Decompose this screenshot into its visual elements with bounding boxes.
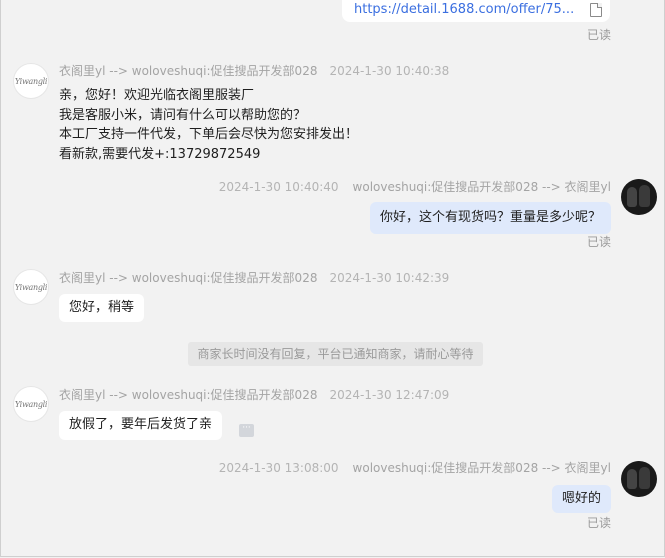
seller-avatar[interactable]: Yiwangli xyxy=(13,63,49,99)
document-icon[interactable] xyxy=(590,3,602,17)
message-time: 2024-1-30 13:08:00 xyxy=(218,461,339,475)
sender-name: 衣阁里yl --> woloveshuqi:促佳搜品开发部028 xyxy=(59,388,318,402)
message-time: 2024-1-30 10:40:40 xyxy=(218,180,339,194)
message-bubble[interactable]: 嗯好的 xyxy=(551,485,611,513)
seller-avatar[interactable]: Yiwangli xyxy=(13,386,49,422)
message-header: 衣阁里yl --> woloveshuqi:促佳搜品开发部028 2024-1-3… xyxy=(59,386,449,403)
sender-name: 衣阁里yl --> woloveshuqi:促佳搜品开发部028 xyxy=(59,64,318,78)
message-line: 我是客服小米，请问有什么可以帮助您的？ xyxy=(59,107,307,123)
sender-name: woloveshuqi:促佳搜品开发部028 --> 衣阁里yl xyxy=(352,461,611,475)
sender-name: 衣阁里yl --> woloveshuqi:促佳搜品开发部028 xyxy=(59,271,318,285)
message-time: 2024-1-30 12:47:09 xyxy=(329,388,450,402)
offer-link[interactable]: https://detail.1688.com/offer/75... xyxy=(354,2,574,17)
user-avatar[interactable] xyxy=(621,461,657,497)
message-header: 衣阁里yl --> woloveshuqi:促佳搜品开发部028 2024-1-3… xyxy=(59,269,449,286)
read-status: 已读 xyxy=(587,516,612,530)
message-header: 2024-1-30 13:08:00 woloveshuqi:促佳搜品开发部028… xyxy=(219,459,611,476)
message-bubble[interactable]: 您好，稍等 xyxy=(59,294,145,322)
more-icon[interactable]: ··· xyxy=(239,424,254,437)
message-bubble[interactable]: 亲，您好！欢迎光临衣阁里服装厂 我是客服小米，请问有什么可以帮助您的？ 本工厂支… xyxy=(59,86,358,164)
message-bubble[interactable]: 你好，这个有现货吗？重量是多少呢？ xyxy=(369,202,611,234)
message-line: 本工厂支持一件代发，下单后会尽快为您安排发出！ xyxy=(59,127,359,142)
link-card[interactable]: https://detail.1688.com/offer/75... xyxy=(342,0,610,22)
sender-name: woloveshuqi:促佳搜品开发部028 --> 衣阁里yl xyxy=(352,180,611,194)
system-notice: 商家长时间没有回复，平台已通知商家，请耐心等待 xyxy=(188,342,483,366)
message-line: 看新款,需要代发+:13729872549 xyxy=(59,146,261,162)
user-avatar[interactable] xyxy=(621,179,657,215)
message-header: 2024-1-30 10:40:40 woloveshuqi:促佳搜品开发部028… xyxy=(219,178,611,195)
message-header: 衣阁里yl --> woloveshuqi:促佳搜品开发部028 2024-1-3… xyxy=(59,62,449,79)
read-status: 已读 xyxy=(587,235,612,249)
message-line: 亲，您好！欢迎光临衣阁里服装厂 xyxy=(59,88,255,103)
message-time: 2024-1-30 10:40:38 xyxy=(329,64,450,78)
seller-avatar[interactable]: Yiwangli xyxy=(13,269,49,305)
message-bubble[interactable]: 放假了，要年后发货了亲 xyxy=(59,411,223,440)
message-time: 2024-1-30 10:42:39 xyxy=(329,271,450,285)
read-status: 已读 xyxy=(587,28,612,42)
